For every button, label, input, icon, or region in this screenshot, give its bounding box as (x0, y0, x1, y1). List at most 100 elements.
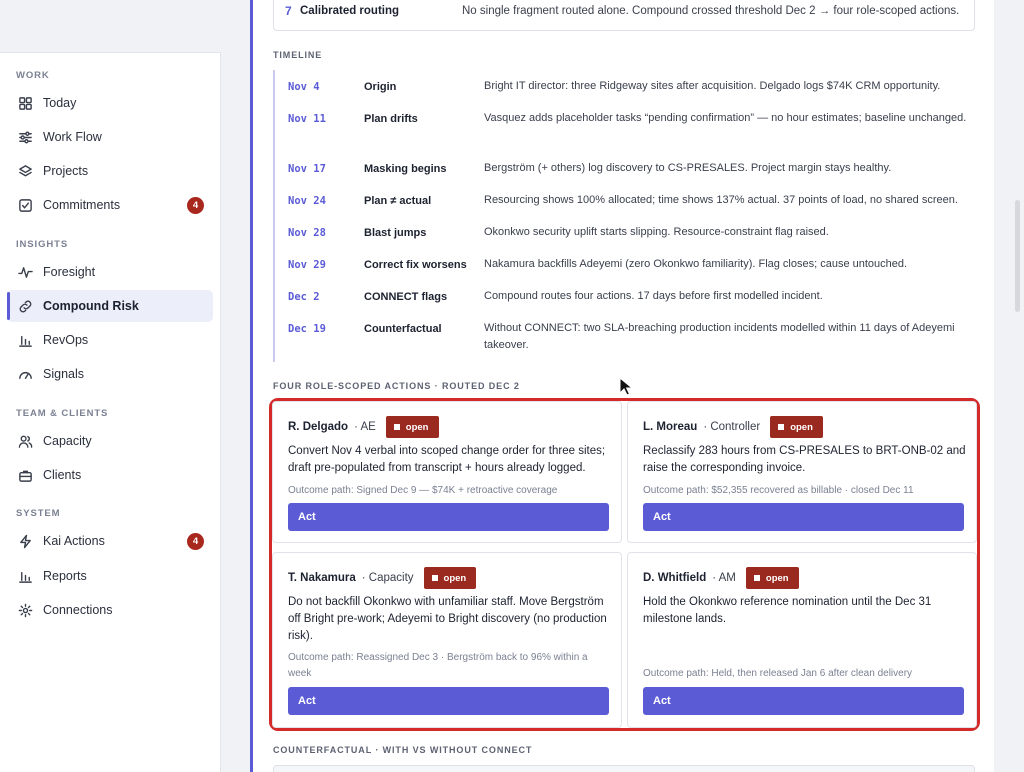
outcome-path: Outcome path: $52,355 recovered as billa… (643, 485, 914, 496)
act-button[interactable]: Act (643, 503, 964, 531)
briefcase-icon (17, 467, 33, 483)
timeline-description: Okonkwo security uplift starts slipping.… (484, 226, 829, 238)
sidebar-item-label: Connections (43, 603, 113, 617)
sidebar-item-label: Compound Risk (43, 299, 139, 313)
sidebar-item-projects[interactable]: Projects (7, 155, 213, 187)
action-card-nakamura: T. Nakamura · Capacity open Do not backf… (272, 552, 622, 728)
sidebar-item-label: Today (43, 96, 77, 110)
action-card-moreau: L. Moreau · Controller open Reclassify 2… (627, 401, 977, 543)
section-label-system: SYSTEM (16, 508, 61, 519)
routing-step-label: Calibrated routing (300, 5, 400, 17)
sidebar-item-reports[interactable]: Reports (7, 560, 213, 592)
sidebar-item-label: Foresight (43, 265, 96, 279)
sidebar-item-signals[interactable]: Signals (7, 358, 213, 390)
outcome-path: Outcome path: Signed Dec 9 — $74K + retr… (288, 485, 558, 496)
section-label-work: WORK (16, 70, 50, 81)
status-square-icon (753, 575, 760, 581)
mouse-cursor-icon (619, 377, 634, 396)
sidebar-item-label: Kai Actions (43, 534, 105, 548)
sidebar-item-clients[interactable]: Clients (7, 459, 213, 491)
bar-chart-icon (17, 332, 33, 348)
timeline-label: CONNECT flags (364, 291, 448, 303)
act-button[interactable]: Act (288, 687, 609, 715)
sidebar-item-today[interactable]: Today (7, 87, 213, 119)
assignee-name: L. Moreau (643, 421, 698, 433)
sidebar-item-work-flow[interactable]: Work Flow (7, 121, 213, 153)
timeline-description: Without CONNECT: two SLA-breaching produ… (484, 322, 955, 351)
routing-step-number: 7 (285, 4, 292, 18)
assignee-name: D. Whitfield (643, 572, 707, 584)
timeline-date: Nov 24 (288, 195, 326, 207)
commitments-count-badge: 4 (187, 197, 204, 214)
status-square-icon (393, 424, 400, 430)
gauge-icon (17, 366, 33, 382)
sidebar: WORK Today Work Flow Projects Commitment… (0, 52, 221, 772)
action-card-whitfield: D. Whitfield · AM open Hold the Okonkwo … (627, 552, 977, 728)
sidebar-item-label: Work Flow (43, 130, 102, 144)
timeline-date: Nov 11 (288, 113, 326, 125)
assignee-role: · AM (712, 572, 736, 584)
bar-chart-icon (17, 568, 33, 584)
sidebar-item-label: Capacity (43, 434, 92, 448)
sliders-icon (17, 129, 33, 145)
timeline-date: Nov 29 (288, 259, 326, 271)
action-description: Reclassify 283 hours from CS-PRESALES to… (643, 445, 966, 474)
sidebar-item-kai-actions[interactable]: Kai Actions 4 (7, 525, 213, 557)
timeline-label: Origin (364, 81, 397, 93)
sidebar-item-compound-risk[interactable]: Compound Risk (7, 290, 213, 322)
card-header: R. Delgado · AE open (288, 416, 439, 438)
outcome-path: Outcome path: Reassigned Dec 3 · Bergstr… (288, 652, 588, 679)
action-description: Convert Nov 4 verbal into scoped change … (288, 445, 606, 474)
section-label-team-clients: TEAM & CLIENTS (16, 408, 109, 419)
section-label-insights: INSIGHTS (16, 239, 69, 250)
timeline-date: Nov 4 (288, 81, 320, 93)
pulse-icon (17, 264, 33, 280)
sidebar-item-commitments[interactable]: Commitments 4 (7, 189, 213, 221)
actions-section-title: FOUR ROLE-SCOPED ACTIONS · ROUTED DEC 2 (273, 381, 520, 391)
bolt-icon (17, 533, 33, 549)
sidebar-item-revops[interactable]: RevOps (7, 324, 213, 356)
act-button[interactable]: Act (288, 503, 609, 531)
actions-highlight-frame: R. Delgado · AE open Convert Nov 4 verba… (269, 398, 980, 731)
timeline-description: Nakamura backfills Adeyemi (zero Okonkwo… (484, 258, 908, 270)
assignee-name: R. Delgado (288, 421, 349, 433)
timeline-label: Counterfactual (364, 323, 442, 335)
sidebar-item-connections[interactable]: Connections (7, 594, 213, 626)
timeline-date: Dec 2 (288, 291, 320, 303)
sidebar-item-capacity[interactable]: Capacity (7, 425, 213, 457)
action-description: Do not backfill Okonkwo with unfamiliar … (288, 596, 607, 642)
routing-step-row: 7 Calibrated routing No single fragment … (273, 0, 975, 31)
status-square-icon (431, 575, 438, 581)
assignee-role: · Controller (703, 421, 761, 433)
timeline-label: Plan drifts (364, 113, 418, 125)
timeline-description: Resourcing shows 100% allocated; time sh… (484, 194, 958, 206)
timeline-description: Bergström (+ others) log discovery to CS… (484, 162, 892, 174)
timeline-description: Compound routes four actions. 17 days be… (484, 290, 823, 302)
timeline-description: Vasquez adds placeholder tasks “pending … (484, 112, 967, 124)
outcome-path: Outcome path: Held, then released Jan 6 … (643, 668, 913, 679)
routing-step-description: No single fragment routed alone. Compoun… (462, 5, 960, 17)
assignee-role: · AE (354, 421, 376, 433)
timeline-date: Dec 19 (288, 323, 326, 335)
kai-actions-count-badge: 4 (187, 533, 204, 550)
timeline-label: Blast jumps (364, 227, 427, 239)
checkbox-icon (17, 197, 33, 213)
sidebar-item-label: Commitments (43, 198, 121, 212)
timeline-date: Nov 28 (288, 227, 326, 239)
timeline-date: Nov 17 (288, 163, 326, 175)
sidebar-item-label: Clients (43, 468, 82, 482)
link-icon (17, 298, 33, 314)
assignee-name: T. Nakamura (288, 572, 356, 584)
layers-icon (17, 163, 33, 179)
sidebar-item-label: Signals (43, 367, 84, 381)
timeline-description: Bright IT director: three Ridgeway sites… (484, 80, 941, 92)
timeline-section-title: TIMELINE (273, 50, 323, 60)
assignee-role: · Capacity (361, 572, 414, 584)
users-icon (17, 433, 33, 449)
counterfactual-panel (273, 765, 975, 772)
act-button[interactable]: Act (643, 687, 964, 715)
page-scrollbar[interactable] (1015, 200, 1020, 312)
timeline: Nov 4 Origin Bright IT director: three R… (273, 70, 975, 362)
sidebar-item-foresight[interactable]: Foresight (7, 256, 213, 288)
timeline-label: Correct fix worsens (364, 259, 467, 271)
